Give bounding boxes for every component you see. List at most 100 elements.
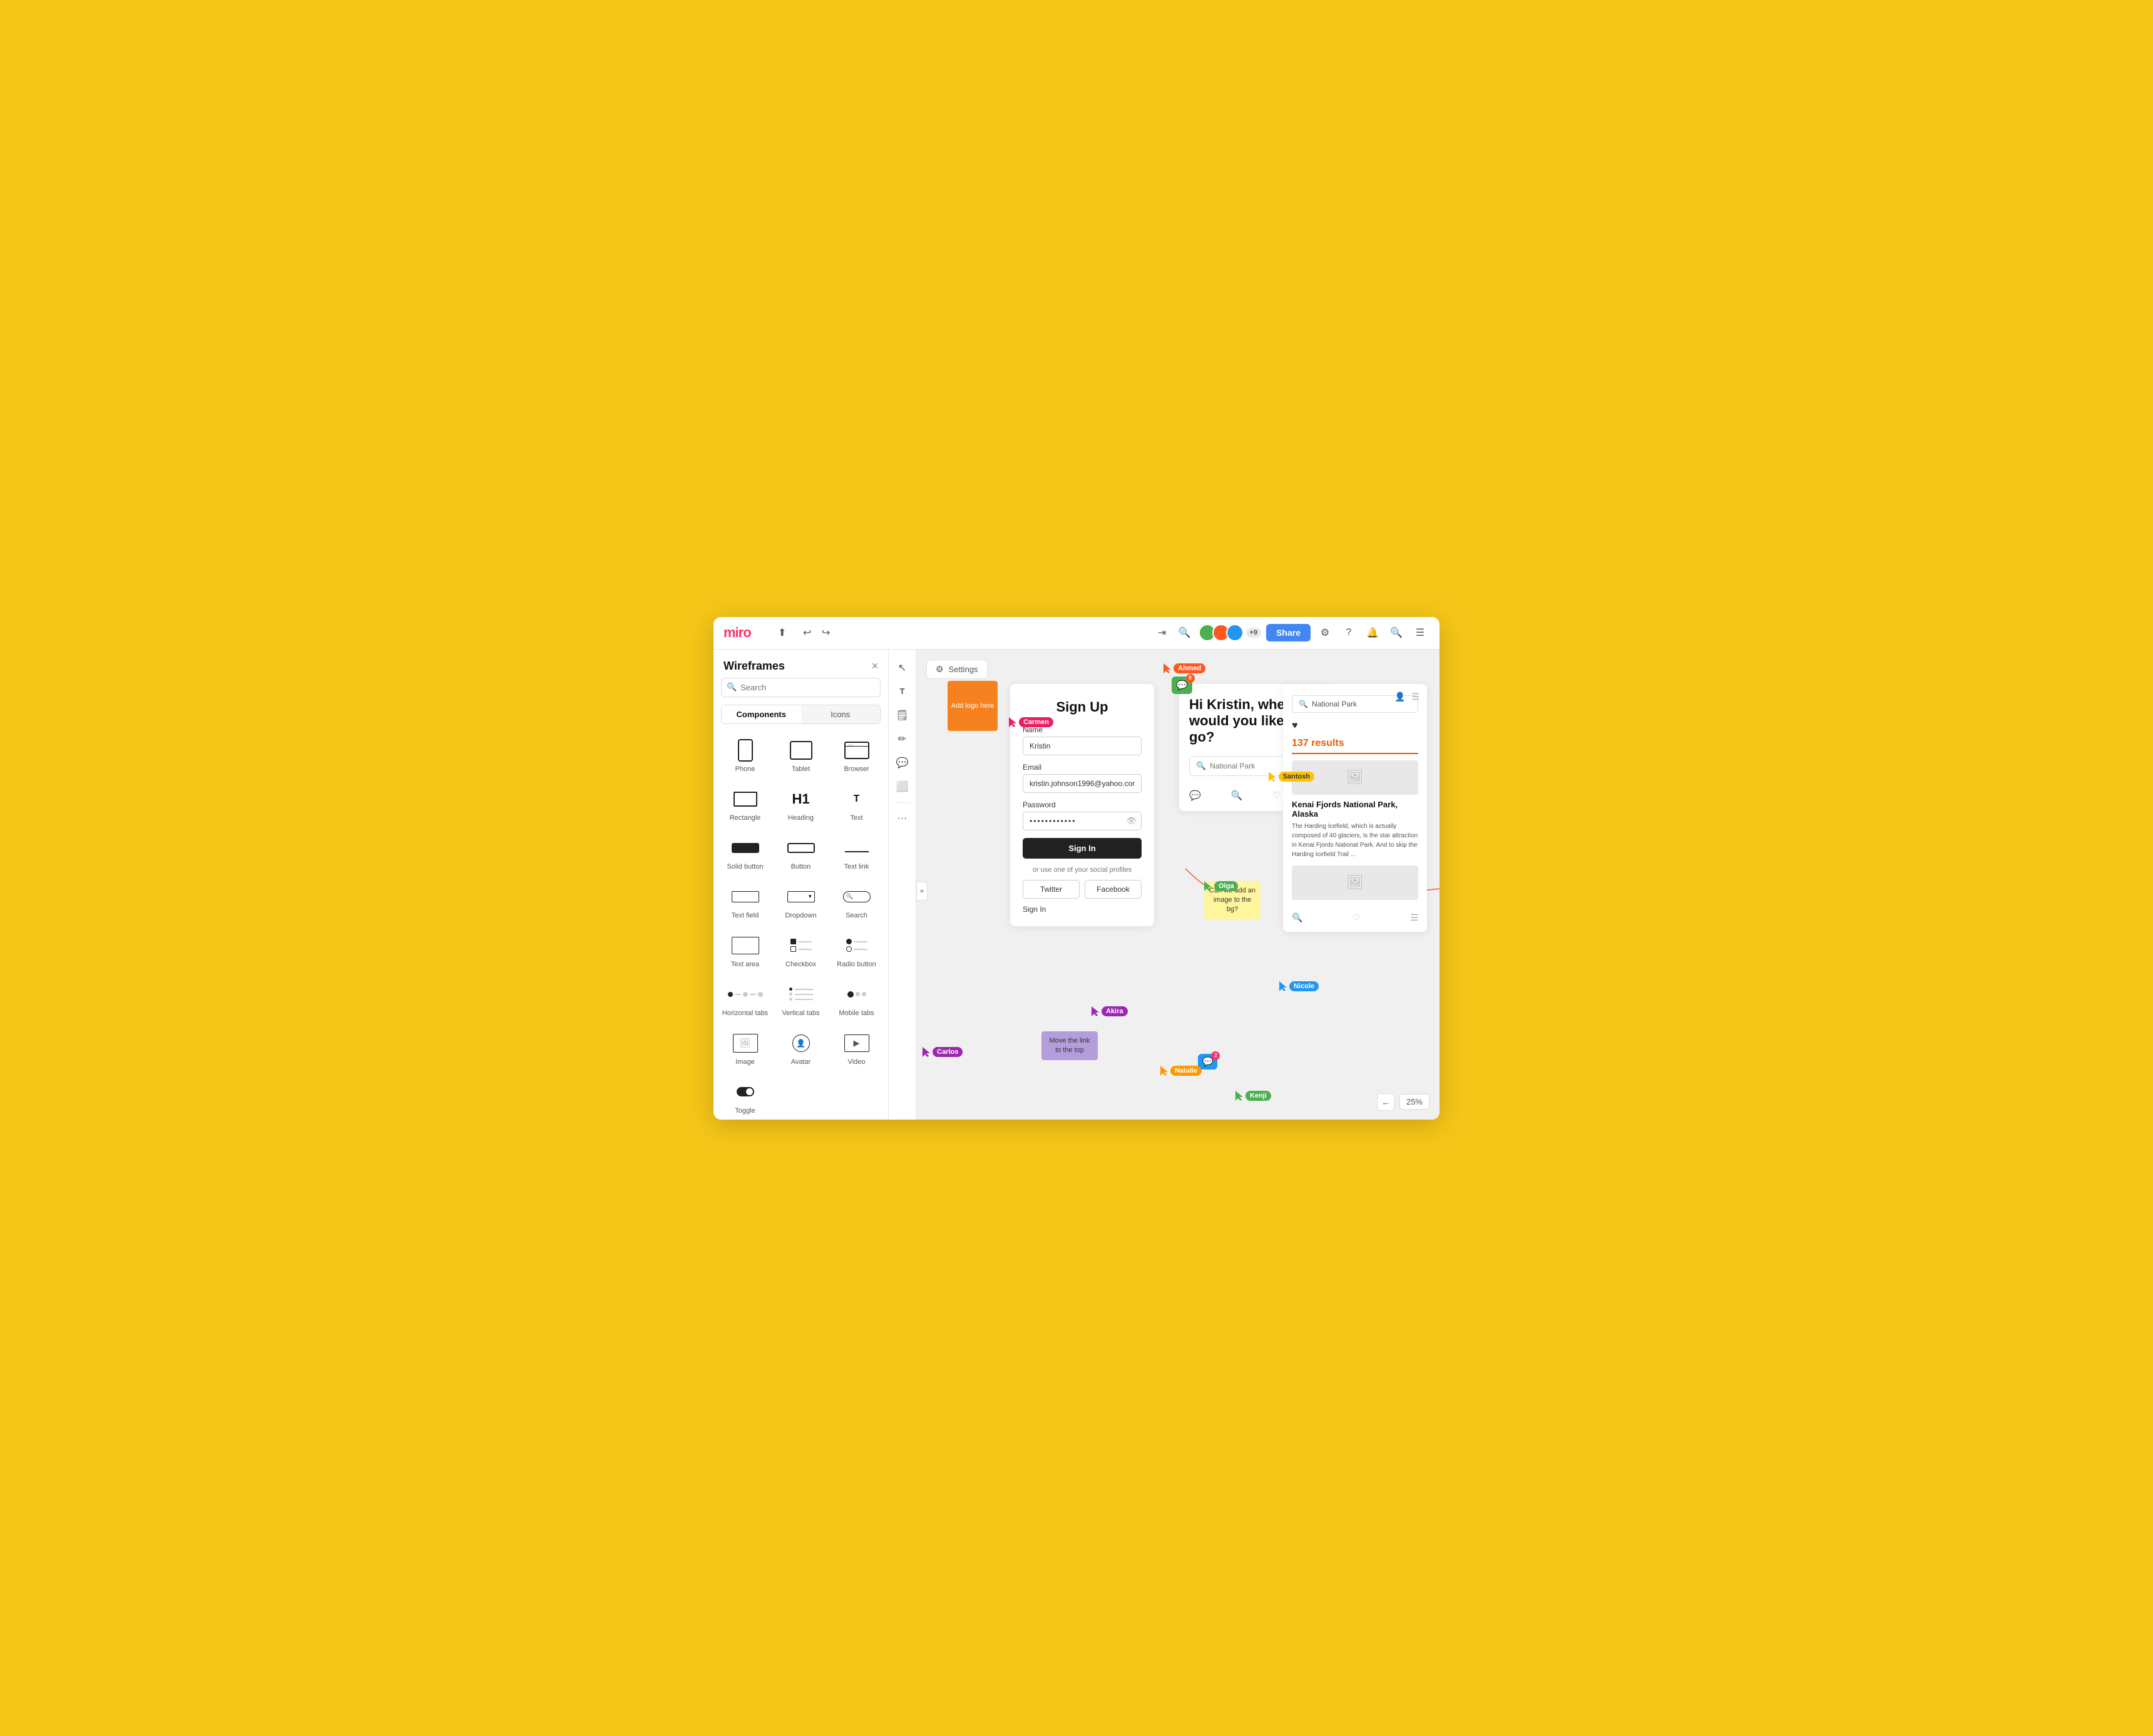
redo-icon[interactable]: ↪ [817, 624, 835, 641]
bottom-chat-icon[interactable]: 💬 2 [1198, 1054, 1217, 1070]
avatar-group: +9 [1199, 624, 1262, 641]
akira-cursor: Akira [1092, 1006, 1128, 1016]
component-rectangle[interactable]: Rectangle [719, 780, 772, 827]
natalie-cursor: Natalie [1160, 1066, 1202, 1076]
yellow-sticky-note[interactable]: Can we add an image to the bg? [1204, 881, 1261, 920]
np-bottom-menu[interactable]: ☰ [1410, 912, 1418, 923]
twitter-button[interactable]: Twitter [1023, 880, 1080, 899]
email-input[interactable] [1023, 774, 1142, 793]
social-text: or use one of your social profiles [1023, 866, 1142, 874]
np-bottom-search[interactable]: 🔍 [1292, 912, 1302, 923]
follow-icon[interactable]: ⇥ [1153, 624, 1171, 641]
component-text-link[interactable]: Text link [830, 829, 883, 876]
canvas-area[interactable]: ⚙ Settings Add logo here Ahmed Carmen Si… [916, 650, 1440, 1120]
kenji-cursor: Kenji [1235, 1091, 1271, 1101]
search-bottom-icon[interactable]: 🔍 [1231, 790, 1243, 801]
component-tablet[interactable]: Tablet [774, 732, 827, 778]
component-image[interactable]: 🖼 Image [719, 1024, 772, 1071]
sidebar-search-input[interactable] [721, 678, 881, 697]
components-grid: Phone Tablet Browser Rectangle [713, 732, 888, 1120]
component-textarea[interactable]: Text area [719, 927, 772, 973]
settings-bar[interactable]: ⚙ Settings [926, 660, 988, 679]
component-vertical-tabs[interactable]: Vertical tabs [774, 976, 827, 1022]
component-text-field[interactable]: Text field [719, 878, 772, 924]
zoom-level: 25% [1399, 1094, 1429, 1110]
middle-toolbar: ↖ T 🗒 ✏ 💬 ⬜ ··· [889, 650, 916, 1120]
np-card-2-image: 🖼 [1292, 865, 1418, 900]
ahmed-cursor: Ahmed [1163, 663, 1205, 673]
signin-link[interactable]: Sign In [1023, 905, 1142, 914]
np-results-count: 137 results [1292, 738, 1418, 754]
orange-logo-sticky[interactable]: Add logo here [948, 681, 998, 731]
password-input[interactable] [1023, 812, 1142, 830]
password-label: Password [1023, 800, 1142, 809]
settings-icon[interactable]: ⚙ [1316, 623, 1334, 642]
bottom-chat-badge: 2 [1211, 1051, 1220, 1060]
component-horizontal-tabs[interactable]: Horizontal tabs [719, 976, 772, 1022]
collapse-sidebar-button[interactable]: » [916, 882, 928, 901]
notifications-icon[interactable]: 🔔 [1363, 623, 1382, 642]
component-avatar[interactable]: 👤 Avatar [774, 1024, 827, 1071]
tab-icons[interactable]: Icons [801, 705, 881, 723]
component-browser[interactable]: Browser [830, 732, 883, 778]
component-text[interactable]: T Text [830, 780, 883, 827]
help-icon[interactable]: ? [1339, 623, 1358, 642]
component-dropdown[interactable]: ▾ Dropdown [774, 878, 827, 924]
sidebar-header: Wireframes × [713, 650, 888, 678]
password-eye-icon[interactable]: 👁 [1126, 816, 1137, 826]
component-phone[interactable]: Phone [719, 732, 772, 778]
purple-note-text: Move the link to the top [1050, 1037, 1090, 1054]
chat-tool[interactable]: 💬 [892, 752, 913, 774]
undo-icon[interactable]: ↩ [799, 624, 816, 641]
component-search[interactable]: 🔍 Search [830, 878, 883, 924]
sidebar-search: 🔍 [721, 678, 881, 697]
menu-icon[interactable]: ☰ [1411, 623, 1429, 642]
name-input[interactable] [1023, 737, 1142, 755]
np-menu-icon: ☰ [1411, 692, 1419, 702]
component-checkbox[interactable]: Checkbox [774, 927, 827, 973]
sidebar-tabs: Components Icons [721, 705, 881, 724]
select-tool[interactable]: ↖ [892, 657, 913, 678]
upload-icon[interactable]: ⬆ [774, 624, 791, 641]
nicole-cursor: Nicole [1279, 981, 1319, 991]
zoom-controls: ← 25% [1377, 1093, 1429, 1111]
signup-title: Sign Up [1023, 699, 1142, 715]
main-content: Wireframes × 🔍 Components Icons Phone [713, 650, 1440, 1120]
component-heading[interactable]: H1 Heading [774, 780, 827, 827]
text-tool[interactable]: T [892, 681, 913, 702]
nav-back-button[interactable]: ← [1377, 1093, 1394, 1111]
search-top-icon[interactable]: 🔍 [1387, 623, 1406, 642]
chat-badge: 8 [1186, 674, 1195, 683]
component-solid-button[interactable]: Solid button [719, 829, 772, 876]
email-label: Email [1023, 763, 1142, 772]
np-heart-icon[interactable]: ♥ [1292, 720, 1298, 731]
facebook-button[interactable]: Facebook [1085, 880, 1142, 899]
component-toggle[interactable]: Toggle [719, 1073, 772, 1120]
share-button[interactable]: Share [1266, 624, 1311, 641]
np-person-icon: 👤 [1394, 692, 1405, 702]
component-button[interactable]: Button [774, 829, 827, 876]
settings-gear-icon: ⚙ [936, 664, 944, 675]
sticky-tool[interactable]: 🗒 [892, 705, 913, 726]
tab-components[interactable]: Components [722, 705, 801, 723]
np-bottom-heart[interactable]: ♡ [1353, 912, 1361, 923]
component-video[interactable]: ▶ Video [830, 1024, 883, 1071]
crop-tool[interactable]: ⬜ [892, 776, 913, 797]
zoom-icon[interactable]: 🔍 [1176, 624, 1194, 641]
avatar-3 [1226, 624, 1244, 641]
heart-bottom-icon[interactable]: ♡ [1272, 790, 1281, 801]
carlos-cursor: Carlos [923, 1047, 963, 1057]
chat-bottom-icon[interactable]: 💬 [1189, 790, 1201, 801]
yellow-note-text: Can we add an image to the bg? [1209, 887, 1255, 914]
sign-in-button[interactable]: Sign In [1023, 838, 1142, 859]
more-tools[interactable]: ··· [892, 808, 913, 829]
sidebar-close-button[interactable]: × [871, 660, 878, 673]
purple-sticky-note[interactable]: Move the link to the top [1041, 1031, 1098, 1061]
settings-label: Settings [949, 665, 978, 674]
np-search-icon: 🔍 [1299, 700, 1308, 708]
component-mobile-tabs[interactable]: Mobile tabs [830, 976, 883, 1022]
np-bottom-bar: 🔍 ♡ ☰ [1292, 907, 1418, 923]
draw-tool[interactable]: ✏ [892, 728, 913, 750]
name-label: Name [1023, 725, 1142, 734]
component-radio-button[interactable]: Radio button [830, 927, 883, 973]
